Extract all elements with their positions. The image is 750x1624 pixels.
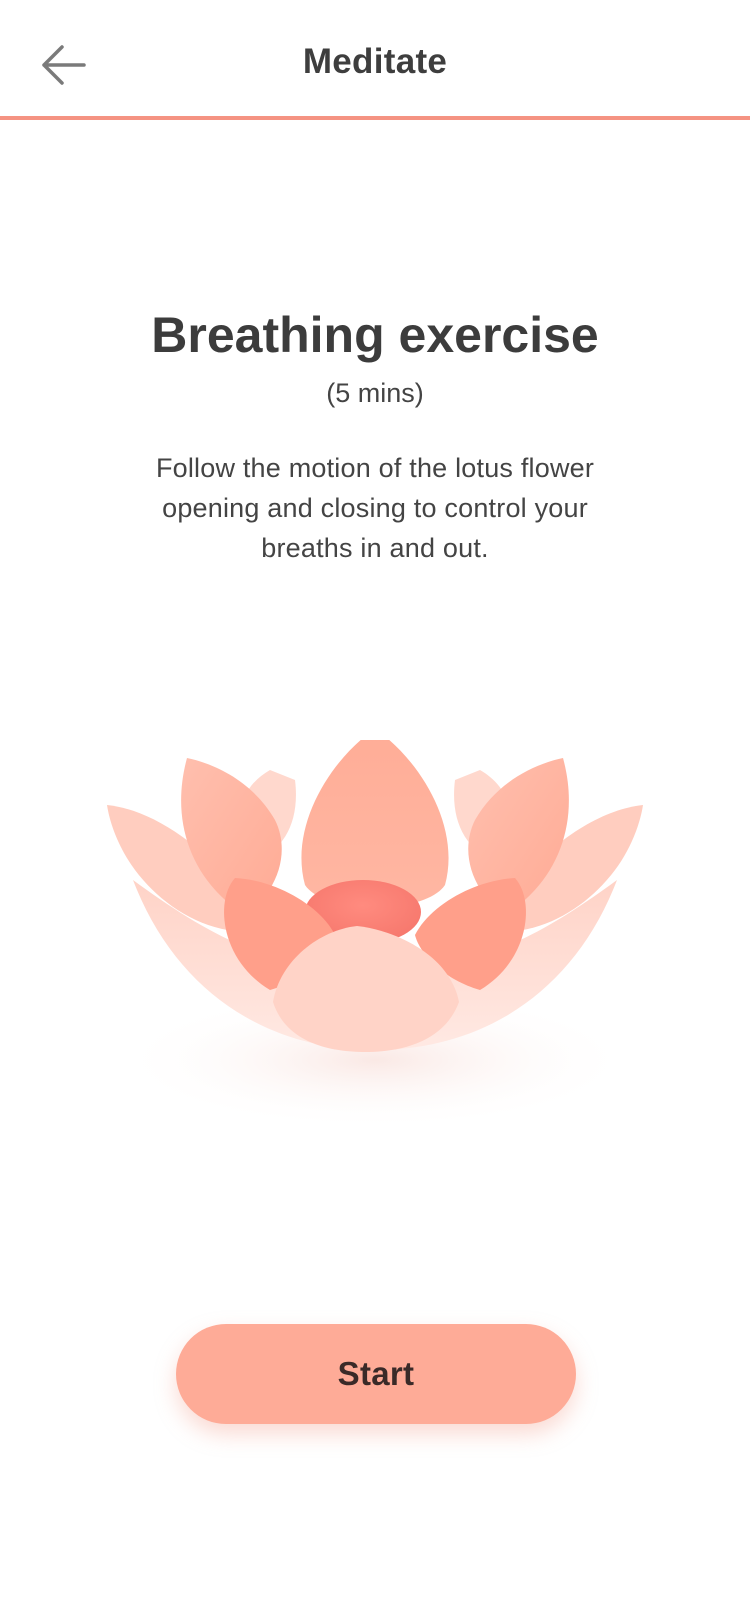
start-button[interactable]: Start bbox=[176, 1324, 576, 1424]
page-title: Meditate bbox=[302, 42, 448, 81]
exercise-title: Breathing exercise bbox=[151, 307, 599, 363]
exercise-duration: (5 mins) bbox=[326, 378, 424, 408]
top-app-bar: Meditate bbox=[0, 0, 750, 120]
lotus-flower-illustration bbox=[107, 740, 643, 1130]
exercise-description: Follow the motion of the lotus flower op… bbox=[155, 453, 595, 563]
